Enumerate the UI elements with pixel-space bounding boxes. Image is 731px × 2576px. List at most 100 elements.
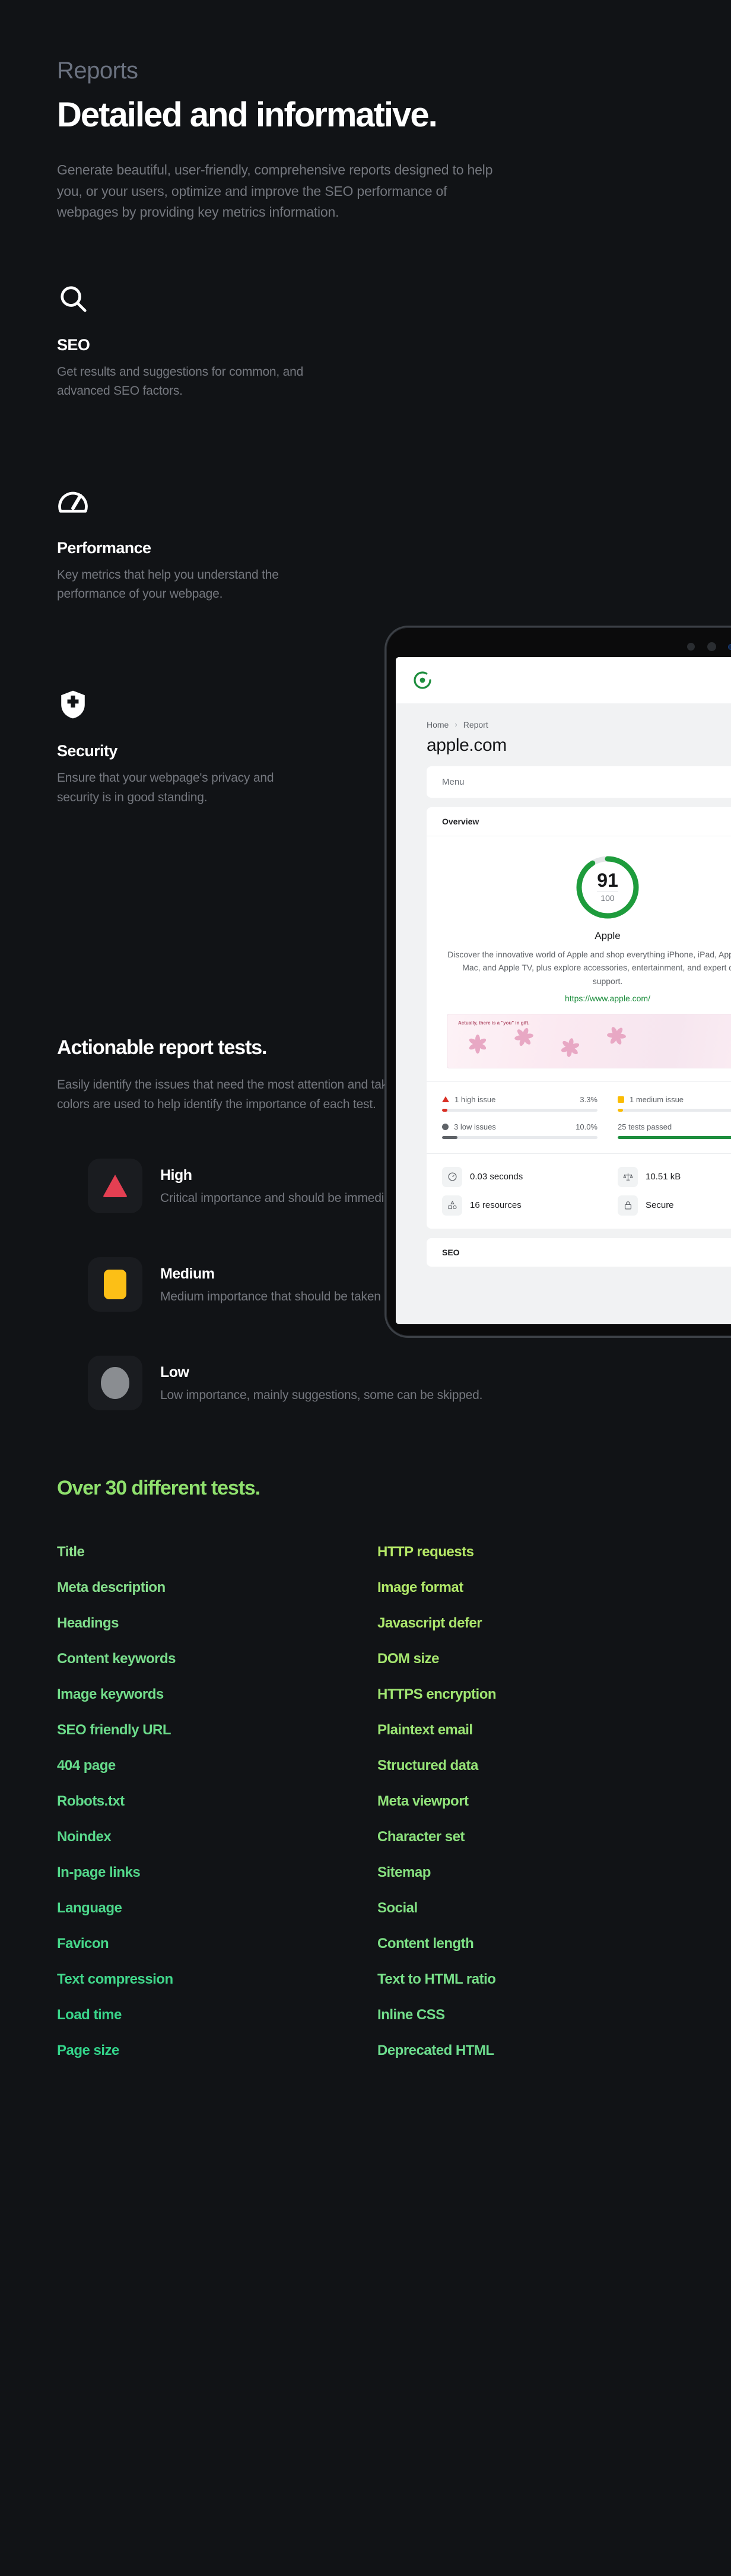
- hero-subtitle: Generate beautiful, user-friendly, compr…: [57, 161, 493, 220]
- metric-bar: [618, 1135, 731, 1139]
- test-item[interactable]: Text to HTML ratio: [377, 1962, 674, 1997]
- feature-description: Key metrics that help you understand the…: [57, 567, 279, 601]
- test-item[interactable]: Plaintext email: [377, 1712, 674, 1748]
- test-item[interactable]: SEO friendly URL: [57, 1712, 354, 1748]
- stat-label: 0.03 seconds: [470, 1172, 523, 1182]
- tests-column-left: Title Meta description Headings Content key…: [57, 1534, 354, 2069]
- test-item[interactable]: Sitemap: [377, 1855, 674, 1890]
- lock-icon: [618, 1195, 638, 1216]
- breadcrumb-home[interactable]: Home: [427, 720, 449, 729]
- reports-landing-page: Reports Detailed and informative. Genera…: [0, 0, 731, 2576]
- test-item[interactable]: Language: [57, 1890, 354, 1926]
- medium-square-icon: [104, 1270, 126, 1299]
- test-item[interactable]: HTTPS encryption: [377, 1677, 674, 1712]
- tests-catalog-section: Over 30 different tests. Title Meta descr…: [0, 1477, 731, 2092]
- flower-graphic-icon: [606, 1026, 627, 1046]
- feature-list: SEO Get results and suggestions for comm…: [57, 283, 354, 807]
- test-item[interactable]: DOM size: [377, 1641, 674, 1677]
- feature-title: Security: [57, 742, 117, 760]
- preview-caption: Actually, there is a "you" in gift.: [458, 1020, 530, 1026]
- test-item[interactable]: Favicon: [57, 1926, 354, 1962]
- score-gauge: 91 100: [574, 854, 641, 921]
- test-item[interactable]: Structured data: [377, 1748, 674, 1784]
- camera-dot-icon: [707, 642, 716, 651]
- test-item[interactable]: In-page links: [57, 1855, 354, 1890]
- test-item[interactable]: Meta viewport: [377, 1784, 674, 1819]
- high-triangle-icon: [103, 1175, 128, 1197]
- feature-description: Get results and suggestions for common, …: [57, 364, 304, 398]
- stat-label: Secure: [646, 1200, 674, 1211]
- search-icon: [57, 283, 89, 315]
- feature-seo: SEO Get results and suggestions for comm…: [57, 283, 354, 401]
- metric-bar: [442, 1108, 597, 1112]
- test-item[interactable]: Javascript defer: [377, 1606, 674, 1641]
- severity-description: Low importance, mainly suggestions, some…: [160, 1388, 483, 1402]
- test-item[interactable]: Deprecated HTML: [377, 2033, 674, 2069]
- metric-label: 3 low issues: [454, 1122, 496, 1131]
- issue-metrics-grid: 1 high issue 3.3% 1 medium issue 3.3%: [427, 1081, 731, 1153]
- menu-label: Menu: [442, 776, 465, 787]
- site-name: Apple: [595, 929, 621, 941]
- app-topbar: [396, 656, 731, 703]
- test-item[interactable]: Social: [377, 1890, 674, 1926]
- low-circle-icon: [101, 1367, 129, 1399]
- test-item[interactable]: Text compression: [57, 1962, 354, 1997]
- speed-icon: [442, 1166, 462, 1187]
- seo-card[interactable]: SEO: [427, 1238, 731, 1267]
- flower-graphic-icon: [468, 1034, 488, 1055]
- breadcrumb: Home › Report: [396, 720, 731, 729]
- brand-logo-icon[interactable]: [412, 670, 433, 690]
- site-preview-thumbnail: Actually, there is a "you" in gift.: [447, 1013, 731, 1068]
- test-item[interactable]: Headings: [57, 1606, 354, 1641]
- medium-square-icon: [618, 1096, 624, 1103]
- stat-label: 10.51 kB: [646, 1172, 681, 1182]
- score-max: 100: [600, 893, 615, 903]
- test-item[interactable]: Meta description: [57, 1570, 354, 1606]
- test-item[interactable]: Page size: [57, 2033, 354, 2069]
- metric-medium-issue: 1 medium issue 3.3%: [618, 1095, 731, 1112]
- test-item[interactable]: Inline CSS: [377, 1997, 674, 2033]
- speedometer-icon: [57, 486, 89, 518]
- metric-tests-passed: 25 tests passed: [618, 1122, 731, 1139]
- scale-icon: [618, 1166, 638, 1187]
- test-item[interactable]: Content length: [377, 1926, 674, 1962]
- page-eyebrow: Reports: [57, 58, 138, 84]
- device-sensor-bar: [396, 637, 731, 657]
- test-item[interactable]: Load time: [57, 1997, 354, 2033]
- metric-percent: 3.3%: [580, 1095, 597, 1104]
- menu-card[interactable]: Menu: [427, 766, 731, 798]
- severity-chip: [88, 1257, 142, 1312]
- metric-label: 1 high issue: [455, 1095, 496, 1104]
- score-value: 91: [597, 869, 618, 891]
- test-item[interactable]: Character set: [377, 1819, 674, 1855]
- test-item[interactable]: Noindex: [57, 1819, 354, 1855]
- metric-label: 25 tests passed: [618, 1122, 672, 1131]
- camera-lens-icon: [728, 643, 731, 650]
- test-item[interactable]: HTTP requests: [377, 1534, 674, 1570]
- test-item[interactable]: 404 page: [57, 1748, 354, 1784]
- test-item[interactable]: Title: [57, 1534, 354, 1570]
- stat-load-time: 0.03 seconds: [442, 1166, 597, 1187]
- test-item[interactable]: Image format: [377, 1570, 674, 1606]
- metric-low-issue: 3 low issues 10.0%: [442, 1122, 597, 1139]
- metric-high-issue: 1 high issue 3.3%: [442, 1095, 597, 1112]
- report-page-title: apple.com: [427, 735, 507, 755]
- metric-label: 1 medium issue: [630, 1095, 684, 1104]
- app-body: Home › Report apple.com Menu Overview 91…: [396, 703, 731, 1324]
- metric-bar: [442, 1135, 597, 1139]
- test-item[interactable]: Image keywords: [57, 1677, 354, 1712]
- stat-label: 16 resources: [470, 1200, 522, 1211]
- breadcrumb-current: Report: [463, 719, 488, 729]
- severity-chip: [88, 1356, 142, 1410]
- high-triangle-icon: [442, 1096, 449, 1103]
- test-item[interactable]: Content keywords: [57, 1641, 354, 1677]
- severity-chip: [88, 1159, 142, 1213]
- overview-card: Overview 91 100 Apple Discover the innov…: [427, 807, 731, 1229]
- score-block: 91 100 Apple Discover the innovative wor…: [427, 836, 731, 1071]
- metric-percent: 10.0%: [576, 1122, 597, 1131]
- stat-page-size: 10.51 kB: [618, 1166, 731, 1187]
- test-item[interactable]: Robots.txt: [57, 1784, 354, 1819]
- tests-grid: Title Meta description Headings Content key…: [57, 1534, 674, 2069]
- feature-description: Ensure that your webpage's privacy and s…: [57, 771, 274, 804]
- site-url-link[interactable]: https://www.apple.com/: [427, 994, 731, 1003]
